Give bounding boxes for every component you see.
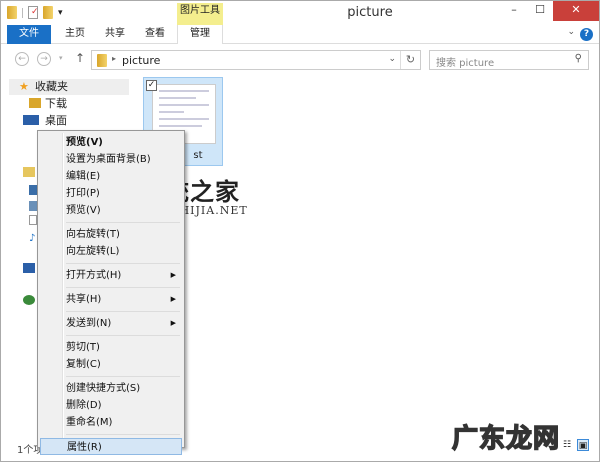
ribbon-tabs: 文件 主页 共享 查看 管理 ⌄ ? <box>1 25 599 44</box>
menu-item[interactable]: 复制(C) <box>40 356 182 373</box>
minimize-button[interactable]: – <box>501 1 527 21</box>
menu-item-label: 预览(V) <box>66 137 103 148</box>
network-icon[interactable] <box>23 295 35 305</box>
tab-file[interactable]: 文件 <box>7 25 51 44</box>
menu-item[interactable]: 打印(P) <box>40 185 182 202</box>
up-button[interactable]: ↑ <box>75 51 85 65</box>
navigation-pane: ★ 收藏夹 下载 桌面 <box>9 79 129 129</box>
forward-button[interactable]: → <box>37 52 51 66</box>
menu-item[interactable]: 向右旋转(T) <box>40 226 182 243</box>
recent-dropdown-icon[interactable]: ▾ <box>59 54 63 62</box>
view-switcher: ☷ ▣ <box>561 439 589 451</box>
menu-item-label: 打印(P) <box>66 188 100 199</box>
libraries-icon[interactable] <box>23 167 35 177</box>
sidebar-item-label: 下载 <box>45 97 67 110</box>
maximize-button[interactable]: ☐ <box>527 1 553 21</box>
back-button[interactable]: ← <box>15 52 29 66</box>
search-placeholder: 搜索 picture <box>436 58 495 69</box>
expand-ribbon-icon[interactable]: ⌄ <box>567 27 575 37</box>
menu-item[interactable]: 发送到(N) ▶ <box>40 315 182 332</box>
submenu-arrow-icon: ▶ <box>170 271 176 279</box>
menu-item-label: 向左旋转(L) <box>66 246 120 257</box>
star-icon: ★ <box>19 80 29 93</box>
computer-icon[interactable] <box>23 263 35 273</box>
menu-item-label: 共享(H) <box>66 294 102 305</box>
menu-item[interactable]: 设置为桌面背景(B) <box>40 151 182 168</box>
menu-item[interactable]: 重命名(M) <box>40 414 182 431</box>
title-bar: ▾ 图片工具 picture – ☐ ✕ <box>1 1 599 25</box>
sidebar-item-label: 桌面 <box>45 114 67 127</box>
menu-item[interactable]: 共享(H) ▶ <box>40 291 182 308</box>
folder-icon <box>97 54 107 67</box>
menu-separator <box>66 263 180 264</box>
menu-item[interactable]: 创建快捷方式(S) <box>40 380 182 397</box>
tab-view[interactable]: 查看 <box>137 25 173 44</box>
submenu-arrow-icon: ▶ <box>170 319 176 327</box>
menu-item-label: 复制(C) <box>66 359 101 370</box>
menu-separator <box>66 311 180 312</box>
menu-separator <box>66 287 180 288</box>
desktop-icon <box>23 115 39 125</box>
details-view-icon[interactable]: ☷ <box>561 439 573 451</box>
downloads-icon <box>29 98 41 108</box>
menu-item[interactable]: 预览(V) <box>40 202 182 219</box>
menu-item[interactable]: 编辑(E) <box>40 168 182 185</box>
context-menu: 预览(V) 设置为桌面背景(B) 编辑(E) 打印(P) 预览(V) 向右旋转(T) 向左旋… <box>37 130 185 455</box>
menu-item[interactable]: 属性(R) <box>40 438 182 455</box>
menu-item-label: 发送到(N) <box>66 318 112 329</box>
address-bar[interactable]: ▸ picture ⌄ ↻ <box>91 50 421 70</box>
close-button[interactable]: ✕ <box>553 1 599 21</box>
menu-item-label: 打开方式(H) <box>66 270 122 281</box>
menu-item-label: 向右旋转(T) <box>66 229 120 240</box>
navigation-bar: ← → ▾ ↑ ▸ picture ⌄ ↻ 搜索 picture ⚲ <box>1 45 599 73</box>
search-icon: ⚲ <box>574 53 582 64</box>
menu-item-label: 删除(D) <box>66 400 102 411</box>
sidebar-item-downloads[interactable]: 下载 <box>9 95 129 112</box>
menu-separator <box>66 222 180 223</box>
menu-separator <box>66 434 180 435</box>
tab-home[interactable]: 主页 <box>57 25 93 44</box>
menu-item[interactable]: 向左旋转(L) <box>40 243 182 260</box>
menu-item-label: 预览(V) <box>66 205 101 216</box>
menu-item-label: 设置为桌面背景(B) <box>66 154 151 165</box>
tab-manage[interactable]: 管理 <box>177 25 223 44</box>
menu-separator <box>66 335 180 336</box>
menu-item[interactable]: 删除(D) <box>40 397 182 414</box>
videos-icon[interactable] <box>29 185 37 195</box>
sidebar-item-favorites[interactable]: ★ 收藏夹 <box>9 79 129 95</box>
sidebar-item-desktop[interactable]: 桌面 <box>9 112 129 129</box>
pictures-icon[interactable] <box>29 201 37 211</box>
breadcrumb-arrow-icon[interactable]: ▸ <box>112 54 116 63</box>
menu-item-label: 重命名(M) <box>66 417 113 428</box>
site-watermark: 广东龙网 <box>451 423 561 455</box>
large-icons-view-icon[interactable]: ▣ <box>577 439 589 451</box>
menu-item-label: 创建快捷方式(S) <box>66 383 141 394</box>
item-checkbox[interactable]: ✓ <box>146 80 157 91</box>
tab-share[interactable]: 共享 <box>97 25 133 44</box>
menu-item[interactable]: 预览(V) <box>40 134 182 151</box>
help-icon[interactable]: ? <box>580 28 593 41</box>
breadcrumb-picture[interactable]: picture <box>122 54 160 67</box>
submenu-arrow-icon: ▶ <box>170 295 176 303</box>
search-input[interactable]: 搜索 picture ⚲ <box>429 50 589 70</box>
refresh-button[interactable]: ↻ <box>400 51 420 69</box>
address-dropdown-icon[interactable]: ⌄ <box>388 54 396 64</box>
menu-item[interactable]: 剪切(T) <box>40 339 182 356</box>
menu-item[interactable]: 打开方式(H) ▶ <box>40 267 182 284</box>
menu-separator <box>66 376 180 377</box>
menu-item-label: 属性(R) <box>67 442 102 453</box>
documents-icon[interactable] <box>29 215 37 225</box>
menu-item-label: 编辑(E) <box>66 171 101 182</box>
sidebar-item-label: 收藏夹 <box>35 80 68 93</box>
menu-item-label: 剪切(T) <box>66 342 100 353</box>
